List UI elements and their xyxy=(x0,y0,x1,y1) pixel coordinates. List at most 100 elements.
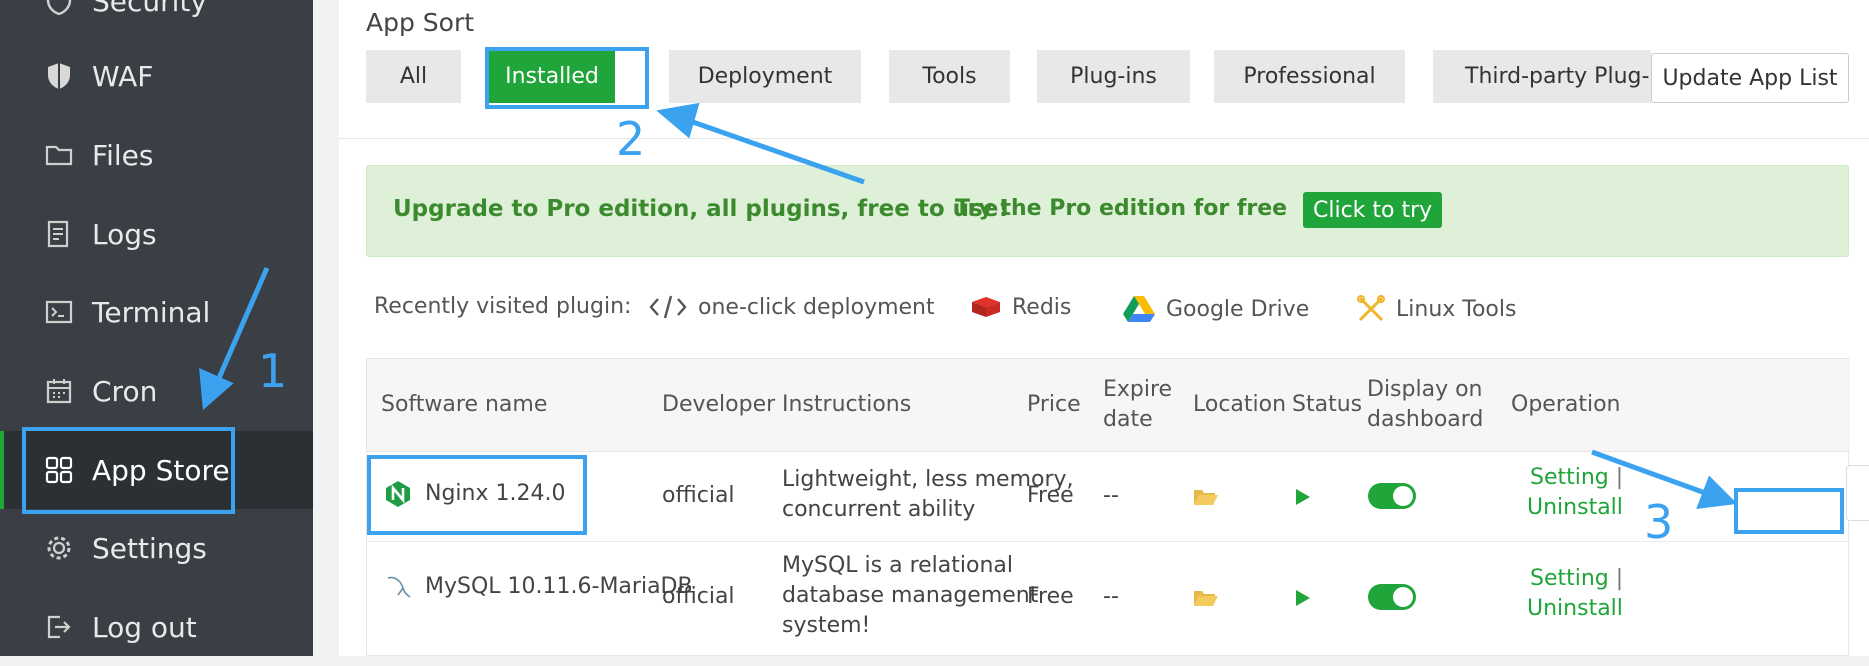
divider xyxy=(339,138,1869,139)
uninstall-link[interactable]: Uninstall xyxy=(1527,594,1623,624)
sidebar-item-label: Log out xyxy=(92,610,197,644)
operation-top: Setting | xyxy=(1530,463,1623,493)
step-number-2: 2 xyxy=(616,112,646,166)
tools-icon xyxy=(1356,294,1386,324)
instructions-line-2: database management xyxy=(782,583,1039,608)
header-location: Location xyxy=(1193,392,1287,417)
uninstall-link[interactable]: Uninstall xyxy=(1527,493,1623,523)
header-operation: Operation xyxy=(1511,392,1621,417)
table-row: Nginx 1.24.0 official Lightweight, less … xyxy=(367,451,1850,542)
promo-subtext: Try the Pro edition for free xyxy=(955,196,1288,221)
recent-item-label: one-click deployment xyxy=(698,294,935,320)
promo-headline: Upgrade to Pro edition, all plugins, fre… xyxy=(393,196,1009,222)
installed-apps-table: Software name Developer Instructions Pri… xyxy=(366,358,1850,656)
setting-link[interactable]: Setting xyxy=(1530,566,1609,591)
header-software-name: Software name xyxy=(381,392,548,417)
category-professional[interactable]: Professional xyxy=(1214,50,1405,103)
op-separator: | xyxy=(1615,566,1624,591)
step-number-1: 1 xyxy=(258,344,288,398)
software-name: MySQL 10.11.6-MariaDB xyxy=(425,574,693,599)
sidebar-item-label: WAF xyxy=(92,59,154,93)
expire-date: -- xyxy=(1103,483,1119,508)
sidebar-item-app-store[interactable]: App Store xyxy=(0,431,313,509)
instructions-line-3: system! xyxy=(782,613,871,638)
software-name-cell: Nginx 1.24.0 xyxy=(385,479,565,509)
software-name-cell: MySQL 10.11.6-MariaDB xyxy=(385,572,693,602)
play-icon[interactable] xyxy=(1294,587,1312,617)
recent-label: Recently visited plugin: xyxy=(374,294,632,319)
table-row: MySQL 10.11.6-MariaDB official MySQL is … xyxy=(367,541,1850,655)
category-all[interactable]: All xyxy=(366,50,461,103)
setting-link[interactable]: Setting xyxy=(1530,465,1609,490)
software-name: Nginx 1.24.0 xyxy=(425,481,566,506)
click-to-try-button[interactable]: Click to try xyxy=(1303,192,1443,228)
main-panel: App Sort All Installed Deployment Tools … xyxy=(339,0,1869,656)
recent-item-label: Linux Tools xyxy=(1396,296,1517,322)
category-tools[interactable]: Tools xyxy=(889,50,1010,103)
recent-item-deployment[interactable]: one-click deployment xyxy=(648,294,935,320)
sidebar-item-label: Files xyxy=(92,138,154,172)
grid-icon xyxy=(44,455,74,485)
play-icon[interactable] xyxy=(1294,486,1312,516)
sidebar-item-terminal[interactable]: Terminal xyxy=(0,273,313,351)
price: Free xyxy=(1027,483,1074,508)
developer: official xyxy=(662,584,735,609)
developer: official xyxy=(662,483,735,508)
recent-item-linux-tools[interactable]: Linux Tools xyxy=(1356,294,1516,324)
sidebar-item-security[interactable]: Security xyxy=(0,0,313,40)
op-separator: | xyxy=(1615,465,1624,490)
sidebar-item-files[interactable]: Files xyxy=(0,116,313,194)
sidebar-item-label: Terminal xyxy=(92,295,211,329)
sidebar-item-logout[interactable]: Log out xyxy=(0,588,313,666)
header-price: Price xyxy=(1027,392,1081,417)
sidebar-item-label: Logs xyxy=(92,217,157,251)
folder-open-icon[interactable] xyxy=(1193,586,1219,617)
header-developer: Developer xyxy=(662,392,776,417)
toggle-knob xyxy=(1393,587,1413,607)
recent-item-label: Redis xyxy=(1012,294,1072,320)
header-display-on: Display on xyxy=(1367,377,1483,402)
sidebar-item-waf[interactable]: WAF xyxy=(0,37,313,115)
header-expire: Expire xyxy=(1103,377,1173,402)
dashboard-toggle[interactable] xyxy=(1368,483,1416,509)
redis-icon xyxy=(970,294,1002,320)
instructions-line-2: concurrent ability xyxy=(782,497,976,522)
terminal-icon xyxy=(44,297,74,327)
active-indicator xyxy=(0,431,4,509)
step-number-3: 3 xyxy=(1644,495,1674,549)
table-header: Software name Developer Instructions Pri… xyxy=(367,359,1850,452)
sidebar-item-settings[interactable]: Settings xyxy=(0,509,313,587)
shield-icon xyxy=(44,0,74,16)
side-panel-tab[interactable] xyxy=(1846,465,1869,521)
gear-icon xyxy=(44,533,74,563)
header-instructions: Instructions xyxy=(782,392,912,417)
instructions-line-1: MySQL is a relational xyxy=(782,553,1013,578)
recent-item-redis[interactable]: Redis xyxy=(970,294,1071,320)
category-plugins[interactable]: Plug-ins xyxy=(1037,50,1190,103)
header-status: Status xyxy=(1292,392,1363,417)
category-installed[interactable]: Installed xyxy=(489,50,615,103)
dashboard-toggle[interactable] xyxy=(1368,584,1416,610)
sidebar-item-label: Settings xyxy=(92,531,207,565)
header-expire-date: date xyxy=(1103,407,1153,432)
recent-item-label: Google Drive xyxy=(1166,296,1310,322)
recent-item-google-drive[interactable]: Google Drive xyxy=(1122,294,1309,324)
folder-open-icon[interactable] xyxy=(1193,485,1219,516)
logout-icon xyxy=(44,612,74,642)
header-dashboard: dashboard xyxy=(1367,407,1484,432)
toggle-knob xyxy=(1393,486,1413,506)
category-deployment[interactable]: Deployment xyxy=(669,50,861,103)
sidebar-item-label: Security xyxy=(92,0,207,18)
expire-date: -- xyxy=(1103,584,1119,609)
calendar-icon xyxy=(44,376,74,406)
code-icon xyxy=(648,294,688,320)
update-app-list-button[interactable]: Update App List xyxy=(1651,53,1849,103)
sidebar-item-logs[interactable]: Logs xyxy=(0,195,313,273)
nginx-icon xyxy=(385,480,411,508)
sidebar-item-label: Cron xyxy=(92,374,158,408)
price: Free xyxy=(1027,584,1074,609)
promo-banner: Upgrade to Pro edition, all plugins, fre… xyxy=(366,165,1849,257)
category-third-party[interactable]: Third-party Plug-in xyxy=(1433,50,1651,103)
sidebar: Security WAF Files Logs Terminal Cron Ap… xyxy=(0,0,313,656)
folder-icon xyxy=(44,140,74,170)
